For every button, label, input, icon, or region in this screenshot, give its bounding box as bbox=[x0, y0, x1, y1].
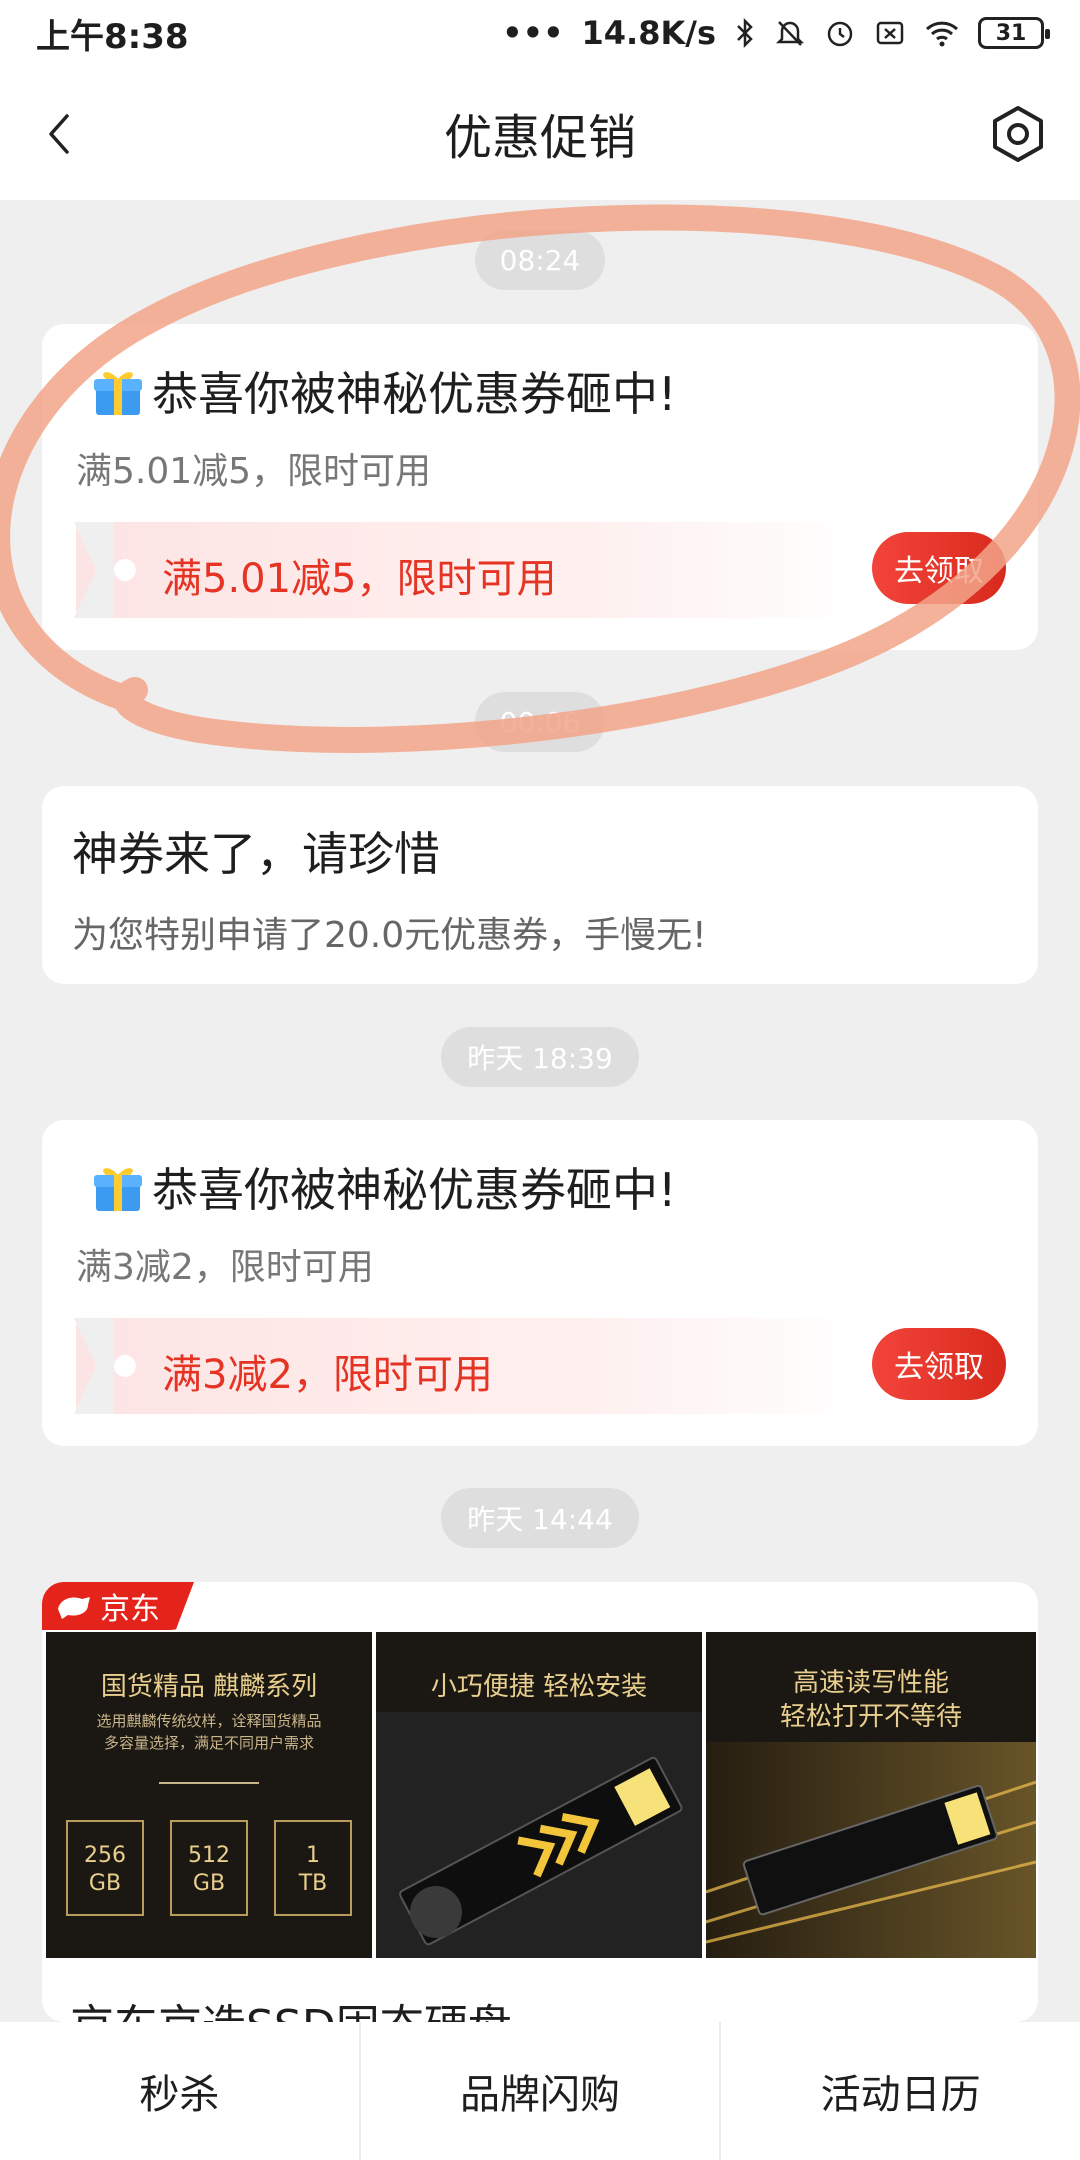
message-subtitle: 为您特别申请了20.0元优惠券，手慢无! bbox=[72, 915, 707, 956]
settings-button[interactable] bbox=[986, 102, 1050, 166]
panel-title: 高速读写性能 bbox=[792, 1668, 949, 1698]
product-image-capacity: 国货精品 麒麟系列 选用麒麟传统纹样，诠释国货精品 多容量选择，满足不同用户需求… bbox=[46, 1632, 372, 1958]
back-chevron-icon bbox=[49, 114, 69, 154]
gift-icon bbox=[94, 1168, 142, 1211]
jd-dog-logo-icon bbox=[58, 1597, 90, 1619]
network-speed: 14.8K/s bbox=[581, 14, 716, 52]
message-time: 00:06 bbox=[475, 692, 605, 752]
coupon-notch bbox=[74, 522, 114, 618]
back-button[interactable] bbox=[30, 104, 90, 164]
message-subtitle: 满3减2，限时可用 bbox=[76, 1247, 374, 1288]
jd-badge: 京东 bbox=[42, 1582, 194, 1630]
capacity-size: 512 bbox=[188, 1843, 230, 1868]
capacity-size: 256 bbox=[84, 1843, 126, 1868]
panel-title: 国货精品 麒麟系列 bbox=[100, 1672, 318, 1702]
status-icons: ••• 14.8K/s 31 bbox=[502, 14, 1050, 52]
coupon-strip[interactable]: 满5.01减5，限时可用 去领取 bbox=[74, 522, 1006, 618]
claim-coupon-button[interactable]: 去领取 bbox=[872, 532, 1006, 604]
panel-title: 小巧便捷 轻松安装 bbox=[430, 1672, 648, 1702]
page-title: 优惠促销 bbox=[443, 110, 636, 166]
mute-icon bbox=[775, 21, 805, 46]
message-time-text: 昨天 18:39 bbox=[467, 1042, 613, 1075]
capacity-unit: GB bbox=[88, 1871, 122, 1896]
ssd-illustration-icon bbox=[376, 1712, 702, 1958]
panel-desc-line: 选用麒麟传统纹样，诠释国货精品 bbox=[96, 1712, 322, 1730]
panel-desc: 选用麒麟传统纹样，诠释国货精品 多容量选择，满足不同用户需求 bbox=[46, 1710, 372, 1754]
capacity-unit: TB bbox=[298, 1871, 328, 1896]
battery-level: 31 bbox=[995, 20, 1027, 46]
capacity-size: 1 bbox=[306, 1843, 320, 1868]
claim-coupon-button[interactable]: 去领取 bbox=[872, 1328, 1006, 1400]
gift-icon bbox=[94, 372, 142, 415]
tab-brand-sale[interactable]: 品牌闪购 bbox=[361, 2022, 722, 2160]
battery-icon: 31 bbox=[978, 17, 1050, 49]
alarm-icon bbox=[827, 21, 853, 47]
message-title: 神券来了，请珍惜 bbox=[72, 827, 440, 881]
message-time-text: 昨天 14:44 bbox=[467, 1503, 613, 1536]
product-title: 京东京造SSD固态硬盘 bbox=[70, 1990, 512, 2022]
product-image-speed: 高速读写性能 轻松打开不等待 bbox=[706, 1632, 1036, 1958]
message-title: 恭喜你被神秘优惠券砸中! bbox=[90, 358, 676, 424]
divider bbox=[159, 1782, 259, 1784]
bottom-tab-bar: 秒杀 品牌闪购 活动日历 bbox=[0, 2022, 1080, 2160]
capacity-box: 1 TB bbox=[274, 1820, 352, 1916]
message-time: 昨天 14:44 bbox=[441, 1488, 639, 1548]
coupon-notice-card[interactable]: 神券来了，请珍惜 为您特别申请了20.0元优惠券，手慢无! bbox=[42, 786, 1038, 984]
message-title-text: 恭喜你被神秘优惠券砸中! bbox=[152, 367, 677, 421]
message-subtitle: 满5.01减5，限时可用 bbox=[76, 451, 432, 492]
product-promo-card[interactable]: 京东 国货精品 麒麟系列 选用麒麟传统纹样，诠释国货精品 多容量选择，满足不同用… bbox=[42, 1582, 1038, 2022]
tab-event-calendar[interactable]: 活动日历 bbox=[721, 2022, 1080, 2160]
coupon-dot bbox=[114, 559, 136, 581]
jd-badge-text: 京东 bbox=[100, 1592, 160, 1627]
settings-icon bbox=[993, 106, 1043, 162]
coupon-strip[interactable]: 满3减2，限时可用 去领取 bbox=[74, 1318, 1006, 1414]
message-time-text: 00:06 bbox=[499, 705, 581, 739]
bluetooth-icon bbox=[737, 17, 753, 49]
capacity-unit: GB bbox=[192, 1871, 226, 1896]
coupon-message-card[interactable]: 恭喜你被神秘优惠券砸中! 满5.01减5，限时可用 满5.01减5，限时可用 去… bbox=[42, 324, 1038, 650]
coupon-message-card[interactable]: 恭喜你被神秘优惠券砸中! 满3减2，限时可用 满3减2，限时可用 去领取 bbox=[42, 1120, 1038, 1446]
ssd-speed-illustration-icon bbox=[706, 1742, 1036, 1958]
message-time: 08:24 bbox=[475, 230, 605, 290]
coupon-notch bbox=[74, 1318, 114, 1414]
panel-desc-line: 多容量选择，满足不同用户需求 bbox=[103, 1734, 314, 1752]
panel-title: 轻松打开不等待 bbox=[779, 1702, 962, 1732]
capacity-box: 256 GB bbox=[66, 1820, 144, 1916]
message-title: 恭喜你被神秘优惠券砸中! bbox=[90, 1154, 676, 1220]
coupon-text: 满3减2，限时可用 bbox=[162, 1352, 493, 1398]
message-time-text: 08:24 bbox=[499, 243, 581, 277]
message-title-text: 恭喜你被神秘优惠券砸中! bbox=[152, 1163, 677, 1217]
sim-off-icon bbox=[876, 21, 904, 45]
coupon-text: 满5.01减5，限时可用 bbox=[162, 556, 557, 602]
header: 优惠促销 bbox=[0, 66, 1080, 200]
message-time: 昨天 18:39 bbox=[441, 1027, 639, 1087]
wifi-icon bbox=[925, 21, 959, 47]
tab-flash-sale[interactable]: 秒杀 bbox=[0, 2022, 361, 2160]
product-image-install: 小巧便捷 轻松安装 bbox=[376, 1632, 702, 1958]
capacity-box: 512 GB bbox=[170, 1820, 248, 1916]
status-time: 上午8:38 bbox=[36, 16, 189, 57]
coupon-dot bbox=[114, 1355, 136, 1377]
status-bar: 上午8:38 ••• 14.8K/s 31 bbox=[0, 0, 1080, 66]
signal-dots-icon: ••• bbox=[502, 14, 564, 52]
